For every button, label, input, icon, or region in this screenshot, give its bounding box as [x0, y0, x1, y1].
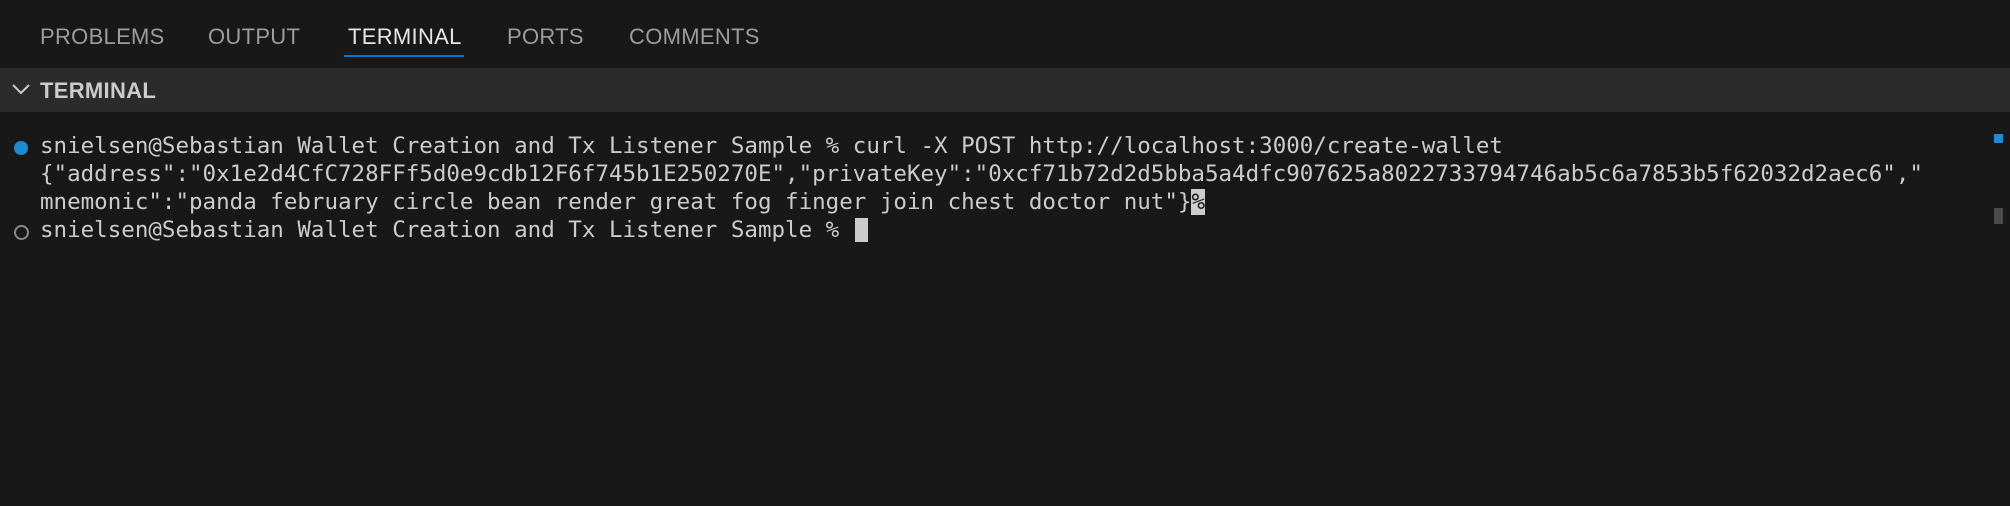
command-success-dot-icon[interactable]	[14, 141, 28, 155]
scrollbar-marker	[1994, 134, 2003, 143]
active-tab-indicator	[344, 55, 464, 57]
tab-problems[interactable]: PROBLEMS	[40, 24, 165, 50]
tab-output[interactable]: OUTPUT	[208, 24, 300, 50]
terminal-output[interactable]: snielsen@Sebastian Wallet Creation and T…	[0, 112, 2010, 506]
no-newline-marker: %	[1191, 189, 1205, 215]
tab-comments[interactable]: COMMENTS	[629, 24, 760, 50]
tab-terminal[interactable]: TERMINAL	[348, 24, 462, 50]
terminal-line-prompt[interactable]: snielsen@Sebastian Wallet Creation and T…	[40, 216, 868, 244]
terminal-line-command: snielsen@Sebastian Wallet Creation and T…	[40, 133, 1503, 159]
terminal-section-header[interactable]: TERMINAL	[0, 68, 2010, 112]
section-title: TERMINAL	[40, 78, 157, 103]
prompt-text: snielsen@Sebastian Wallet Creation and T…	[40, 217, 853, 243]
scrollbar-thumb[interactable]	[1994, 208, 2003, 224]
response-text: mnemonic":"panda february circle bean re…	[40, 189, 1192, 215]
tab-ports[interactable]: PORTS	[507, 24, 584, 50]
terminal-cursor	[854, 218, 868, 242]
chevron-down-icon[interactable]	[10, 78, 32, 100]
terminal-line-response-cont: mnemonic":"panda february circle bean re…	[40, 188, 1205, 216]
command-pending-dot-icon[interactable]	[14, 225, 29, 240]
terminal-line-response: {"address":"0x1e2d4CfC728FFf5d0e9cdb12F6…	[40, 161, 1923, 187]
panel-tab-bar: PROBLEMS OUTPUT TERMINAL PORTS COMMENTS	[0, 0, 2010, 68]
